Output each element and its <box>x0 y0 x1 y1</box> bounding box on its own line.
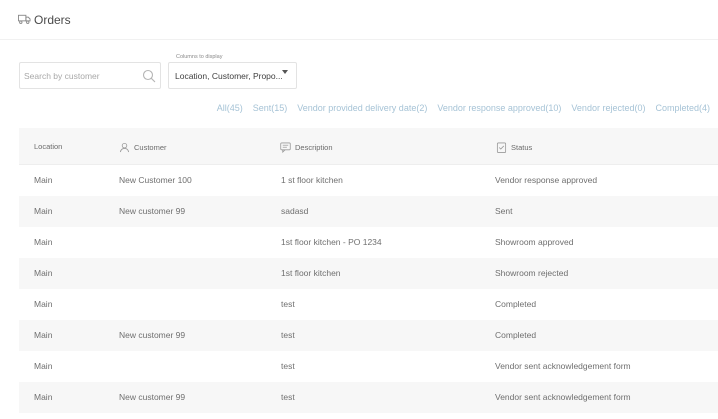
cell-status: Showroom approved <box>495 237 574 247</box>
cell-location: Main <box>34 361 53 371</box>
search-input[interactable] <box>24 67 136 85</box>
table-header: Location Customer Description Status <box>19 128 718 165</box>
cell-customer: New customer 99 <box>119 206 186 216</box>
orders-table: Location Customer Description Status Mai… <box>19 128 718 413</box>
cell-status: Completed <box>495 299 537 309</box>
cell-description: test <box>281 361 295 371</box>
user-icon <box>119 142 130 153</box>
cell-location: Main <box>34 237 53 247</box>
table-row[interactable]: Main 1st floor kitchen Showroom rejected <box>19 258 718 289</box>
cell-description: sadasd <box>281 206 309 216</box>
column-header-description[interactable]: Description <box>280 142 333 153</box>
comment-icon <box>280 142 291 153</box>
cell-status: Vendor response approved <box>495 175 598 185</box>
table-row[interactable]: Main 1st floor kitchen - PO 1234 Showroo… <box>19 227 718 258</box>
cell-location: Main <box>34 268 53 278</box>
columns-select-label: Columns to display <box>176 54 223 60</box>
page-title: Orders <box>34 13 71 27</box>
status-filter-bar: All(45) Sent(15) Vendor provided deliver… <box>217 103 710 113</box>
column-header-location[interactable]: Location <box>34 142 62 151</box>
search-box[interactable] <box>19 62 161 89</box>
cell-location: Main <box>34 206 53 216</box>
cell-description: test <box>281 299 295 309</box>
table-row[interactable]: Main New customer 99 test Completed <box>19 320 718 351</box>
table-row[interactable]: Main New customer 99 sadasd Sent <box>19 196 718 227</box>
column-header-customer-label: Customer <box>134 143 167 152</box>
cell-status: Sent <box>495 206 513 216</box>
filter-vendor-rejected[interactable]: Vendor rejected(0) <box>571 103 645 113</box>
clipboard-icon <box>496 142 507 153</box>
table-row[interactable]: Main New Customer 100 1 st floor kitchen… <box>19 165 718 196</box>
cell-description: 1 st floor kitchen <box>281 175 343 185</box>
table-row[interactable]: Main New customer 99 test Vendor sent ac… <box>19 382 718 413</box>
cell-location: Main <box>34 175 53 185</box>
page-header: Orders <box>0 0 718 40</box>
cell-location: Main <box>34 392 53 402</box>
column-header-description-label: Description <box>295 143 333 152</box>
cell-location: Main <box>34 299 53 309</box>
columns-select-value: Location, Customer, Propo... <box>175 71 283 81</box>
column-header-customer[interactable]: Customer <box>119 142 167 153</box>
column-header-status-label: Status <box>511 143 533 152</box>
cell-status: Showroom rejected <box>495 268 569 278</box>
filter-completed[interactable]: Completed(4) <box>655 103 710 113</box>
search-icon[interactable] <box>142 69 156 83</box>
filter-vendor-response-approved[interactable]: Vendor response approved(10) <box>437 103 561 113</box>
cell-customer: New customer 99 <box>119 392 186 402</box>
columns-select[interactable]: Location, Customer, Propo... <box>168 62 297 89</box>
cell-status: Vendor sent acknowledgement form <box>495 361 631 371</box>
column-header-status[interactable]: Status <box>496 142 532 153</box>
cell-location: Main <box>34 330 53 340</box>
truck-icon <box>18 14 31 24</box>
cell-description: test <box>281 392 295 402</box>
cell-description: test <box>281 330 295 340</box>
cell-customer: New Customer 100 <box>119 175 192 185</box>
column-header-location-label: Location <box>34 142 63 151</box>
cell-customer: New customer 99 <box>119 330 186 340</box>
cell-status: Completed <box>495 330 537 340</box>
cell-description: 1st floor kitchen <box>281 268 341 278</box>
caret-down-icon <box>282 70 288 74</box>
cell-status: Vendor sent acknowledgement form <box>495 392 631 402</box>
filter-all[interactable]: All(45) <box>217 103 243 113</box>
filter-vendor-provided-delivery-date[interactable]: Vendor provided delivery date(2) <box>297 103 427 113</box>
cell-description: 1st floor kitchen - PO 1234 <box>281 237 382 247</box>
table-row[interactable]: Main test Completed <box>19 289 718 320</box>
table-row[interactable]: Main test Vendor sent acknowledgement fo… <box>19 351 718 382</box>
filter-sent[interactable]: Sent(15) <box>253 103 288 113</box>
